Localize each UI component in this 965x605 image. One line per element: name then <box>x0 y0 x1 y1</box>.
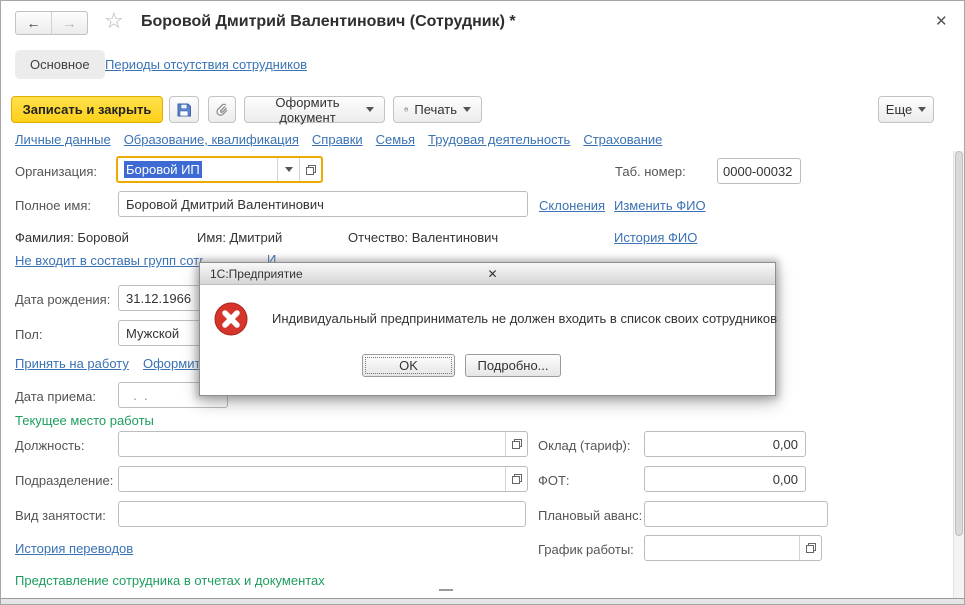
window-bottom-edge <box>1 598 965 605</box>
department-label: Подразделение: <box>15 473 113 488</box>
link-education[interactable]: Образование, квалификация <box>124 132 299 147</box>
open-in-window-icon <box>511 438 523 450</box>
organization-dropdown-button[interactable] <box>277 158 299 181</box>
tab-absence-periods[interactable]: Периоды отсутствия сотрудников <box>105 57 307 72</box>
employee-groups-link[interactable]: Не входит в составы групп сотрудников. И… <box>15 253 203 268</box>
save-and-close-button[interactable]: Записать и закрыть <box>11 96 163 123</box>
surname-text: Фамилия: Боровой <box>15 230 129 245</box>
back-arrow-icon: ← <box>27 15 41 31</box>
back-button[interactable]: ← <box>16 12 51 34</box>
tab-main[interactable]: Основное <box>15 50 105 79</box>
error-icon <box>214 302 248 336</box>
fio-history-link[interactable]: История ФИО <box>614 230 697 245</box>
vertical-scrollbar[interactable] <box>953 151 964 598</box>
more-button[interactable]: Еще <box>878 96 934 123</box>
print-button[interactable]: Печать <box>393 96 482 123</box>
representation-header: Представление сотрудника в отчетах и док… <box>15 573 325 588</box>
work-schedule-value <box>645 536 799 560</box>
chevron-down-icon <box>285 167 293 172</box>
current-job-header: Текущее место работы <box>15 413 154 428</box>
department-open-button[interactable] <box>505 467 527 491</box>
create-document-label: Оформить документ <box>255 95 360 125</box>
fot-input[interactable] <box>644 466 806 492</box>
work-schedule-label: График работы: <box>538 542 634 557</box>
floppy-icon <box>176 102 192 118</box>
forward-arrow-icon: → <box>63 15 77 31</box>
favorite-star-icon[interactable]: ☆ <box>104 8 124 34</box>
department-field[interactable] <box>118 466 528 492</box>
hire-document-link[interactable]: Оформить <box>143 356 207 371</box>
fot-label: ФОТ: <box>538 473 570 488</box>
dialog-message: Индивидуальный предприниматель не должен… <box>272 311 777 326</box>
forward-button[interactable]: → <box>51 12 87 34</box>
dialog-ok-button[interactable]: OK <box>362 354 455 377</box>
organization-value: Боровой ИП <box>124 161 202 178</box>
print-label: Печать <box>414 102 457 117</box>
position-label: Должность: <box>15 438 84 453</box>
link-family[interactable]: Семья <box>376 132 415 147</box>
planned-advance-label: Плановый аванс: <box>538 508 642 523</box>
attachments-button[interactable] <box>208 96 236 123</box>
full-name-label: Полное имя: <box>15 198 91 213</box>
declension-link[interactable]: Склонения <box>539 198 605 213</box>
full-name-input[interactable] <box>118 191 528 217</box>
dialog-close-button[interactable]: ✕ <box>488 267 766 281</box>
link-certificates[interactable]: Справки <box>312 132 363 147</box>
position-field[interactable] <box>118 431 528 457</box>
organization-open-button[interactable] <box>299 158 321 181</box>
gender-label: Пол: <box>15 327 43 342</box>
planned-advance-input[interactable] <box>644 501 828 527</box>
link-insurance[interactable]: Страхование <box>583 132 662 147</box>
employment-type-label: Вид занятости: <box>15 508 106 523</box>
change-fio-link[interactable]: Изменить ФИО <box>614 198 706 213</box>
employment-type-input[interactable] <box>118 501 526 527</box>
salary-label: Оклад (тариф): <box>538 438 630 453</box>
position-open-button[interactable] <box>505 432 527 456</box>
patronymic-text: Отчество: Валентинович <box>348 230 498 245</box>
open-in-window-icon <box>305 164 317 176</box>
link-work-activity[interactable]: Трудовая деятельность <box>428 132 570 147</box>
transfer-history-link[interactable]: История переводов <box>15 541 133 556</box>
open-in-window-icon <box>511 473 523 485</box>
work-schedule-field[interactable] <box>644 535 822 561</box>
link-personal-data[interactable]: Личные данные <box>15 132 111 147</box>
collapsed-element-dash <box>439 589 453 591</box>
nav-history-group: ← → <box>15 11 88 35</box>
dialog-title-bar[interactable]: 1С:Предприятие ✕ <box>200 263 775 285</box>
tab-number-input[interactable] <box>717 158 801 184</box>
open-in-window-icon <box>805 542 817 554</box>
more-label: Еще <box>886 102 912 117</box>
organization-field[interactable]: Боровой ИП <box>116 156 323 183</box>
hire-date-label: Дата приема: <box>15 389 96 404</box>
hire-link[interactable]: Принять на работу <box>15 356 129 371</box>
page-title: Боровой Дмитрий Валентинович (Сотрудник)… <box>141 13 516 31</box>
employee-form-window: ← → ☆ Боровой Дмитрий Валентинович (Сотр… <box>0 0 965 605</box>
dialog-details-button[interactable]: Подробно... <box>465 354 561 377</box>
printer-icon <box>404 102 408 117</box>
scrollbar-thumb[interactable] <box>955 151 963 536</box>
department-value <box>119 467 505 491</box>
work-schedule-open-button[interactable] <box>799 536 821 560</box>
tab-number-label: Таб. номер: <box>615 164 686 179</box>
dialog-title: 1С:Предприятие <box>210 267 488 281</box>
birth-date-label: Дата рождения: <box>15 292 110 307</box>
window-close-button[interactable]: ✕ <box>935 12 948 30</box>
save-button[interactable] <box>169 96 199 123</box>
paperclip-icon <box>214 102 230 118</box>
chevron-down-icon <box>918 107 926 112</box>
section-links: Личные данные Образование, квалификация … <box>15 132 662 147</box>
chevron-down-icon <box>366 107 374 112</box>
error-dialog: 1С:Предприятие ✕ Индивидуальный предприн… <box>199 262 776 396</box>
create-document-button[interactable]: Оформить документ <box>244 96 385 123</box>
name-text: Имя: Дмитрий <box>197 230 282 245</box>
salary-input[interactable] <box>644 431 806 457</box>
position-value <box>119 432 505 456</box>
chevron-down-icon <box>463 107 471 112</box>
organization-label: Организация: <box>15 164 97 179</box>
